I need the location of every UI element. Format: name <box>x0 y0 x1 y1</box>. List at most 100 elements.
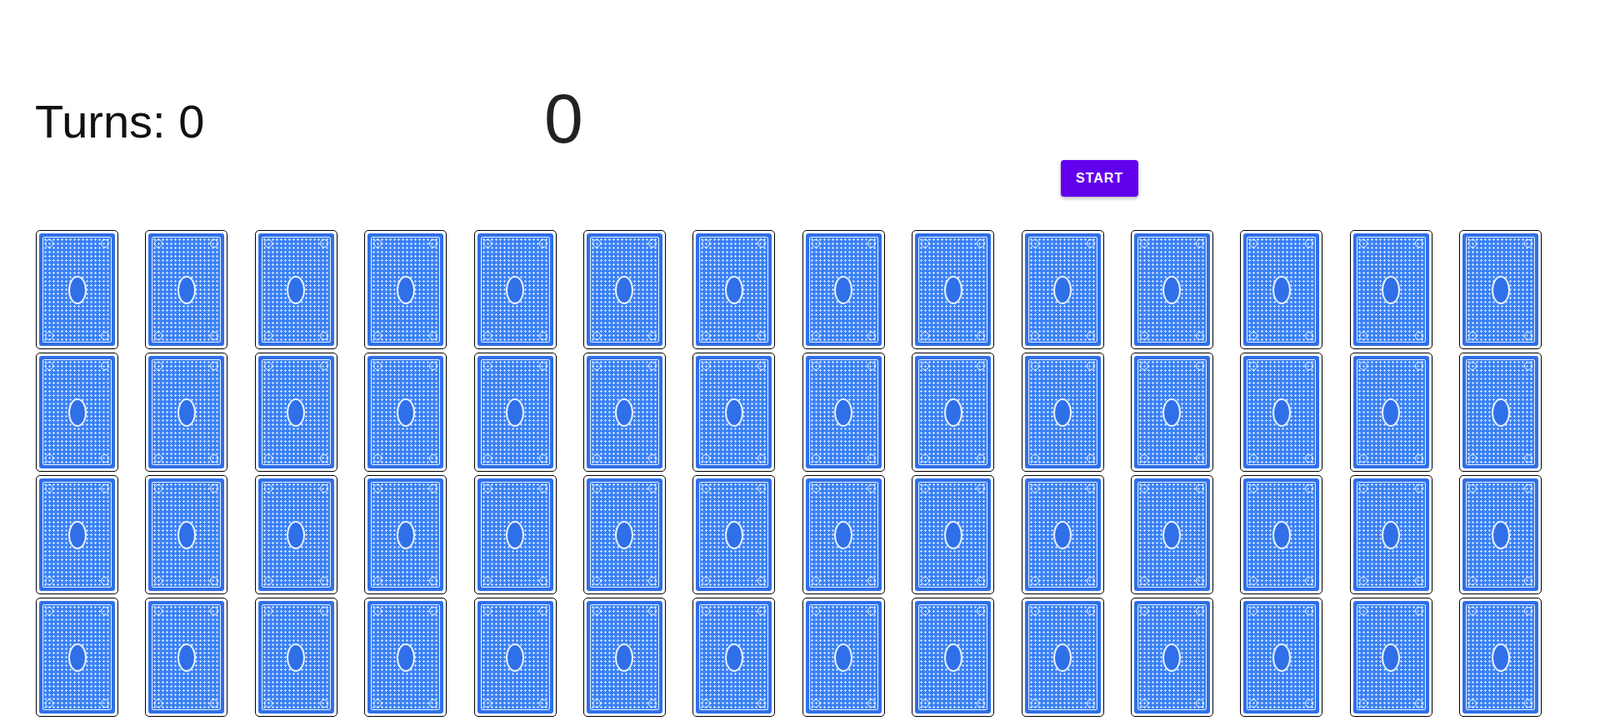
card[interactable] <box>692 230 775 350</box>
card[interactable] <box>1350 475 1433 595</box>
card[interactable] <box>474 352 557 472</box>
ornament-icon <box>1030 454 1040 463</box>
card[interactable] <box>802 352 885 472</box>
ornament-icon <box>1468 606 1477 615</box>
card-back-icon <box>39 233 115 346</box>
card[interactable] <box>255 230 338 350</box>
ornament-icon <box>45 454 54 463</box>
card[interactable] <box>364 475 447 595</box>
card[interactable] <box>35 475 119 595</box>
card[interactable] <box>583 475 666 595</box>
card-pattern <box>1356 481 1426 588</box>
card[interactable] <box>692 475 775 595</box>
card[interactable] <box>802 475 885 595</box>
card[interactable] <box>1240 597 1323 717</box>
timer: 0 <box>544 83 628 154</box>
card[interactable] <box>1021 230 1105 350</box>
oval-icon <box>1162 398 1181 427</box>
ornament-icon <box>757 699 766 708</box>
card[interactable] <box>911 230 995 350</box>
ornament-icon <box>701 361 710 370</box>
ornament-icon <box>648 606 657 615</box>
ornament-icon <box>210 454 219 463</box>
ornament-icon <box>811 484 820 493</box>
oval-icon <box>1162 643 1181 672</box>
card-pattern <box>590 359 660 465</box>
ornament-icon <box>100 361 110 370</box>
card[interactable] <box>1350 230 1433 350</box>
card[interactable] <box>583 352 666 472</box>
card[interactable] <box>145 352 228 472</box>
card[interactable] <box>364 230 447 350</box>
card[interactable] <box>255 352 338 472</box>
ornament-icon <box>920 454 930 463</box>
card[interactable] <box>1459 352 1542 472</box>
ornament-icon <box>1524 606 1533 615</box>
ornament-icon <box>264 454 273 463</box>
card[interactable] <box>1350 352 1433 472</box>
card[interactable] <box>583 597 666 717</box>
card[interactable] <box>802 230 885 350</box>
card[interactable] <box>364 352 447 472</box>
card[interactable] <box>911 352 995 472</box>
ornament-icon <box>210 606 219 615</box>
card[interactable] <box>1021 352 1105 472</box>
card[interactable] <box>1130 352 1214 472</box>
card[interactable] <box>692 597 775 717</box>
oval-icon <box>1491 643 1510 672</box>
card[interactable] <box>911 475 995 595</box>
start-button[interactable]: START <box>1060 160 1139 197</box>
card-grid <box>0 230 1600 717</box>
ornament-icon <box>1468 239 1477 248</box>
oval-icon <box>725 643 744 672</box>
card[interactable] <box>145 475 228 595</box>
card[interactable] <box>1240 352 1323 472</box>
ornament-icon <box>592 699 601 708</box>
card[interactable] <box>1130 475 1214 595</box>
card[interactable] <box>802 597 885 717</box>
oval-icon <box>725 520 744 550</box>
card[interactable] <box>145 597 228 717</box>
card[interactable] <box>474 230 557 350</box>
ornament-icon <box>429 606 438 615</box>
ornament-icon <box>1140 331 1149 340</box>
card[interactable] <box>1459 230 1542 350</box>
ornament-icon <box>867 331 876 340</box>
card-back-icon <box>477 233 554 346</box>
card[interactable] <box>911 597 995 717</box>
card[interactable] <box>35 230 119 350</box>
card[interactable] <box>255 475 338 595</box>
ornament-icon <box>45 606 54 615</box>
card[interactable] <box>1240 230 1323 350</box>
oval-icon <box>286 643 305 672</box>
card[interactable] <box>255 597 338 717</box>
card-pattern <box>151 604 221 710</box>
oval-icon <box>834 398 853 427</box>
card[interactable] <box>583 230 666 350</box>
card[interactable] <box>474 597 557 717</box>
card[interactable] <box>474 475 557 595</box>
card[interactable] <box>1021 597 1105 717</box>
card[interactable] <box>692 352 775 472</box>
card[interactable] <box>1021 475 1105 595</box>
ornament-icon <box>1524 361 1533 370</box>
oval-icon <box>615 275 634 305</box>
card[interactable] <box>35 352 119 472</box>
card[interactable] <box>1459 597 1542 717</box>
oval-icon <box>615 643 634 672</box>
card-back-icon <box>915 478 991 591</box>
ornament-icon <box>539 699 548 708</box>
card[interactable] <box>1240 475 1323 595</box>
card[interactable] <box>1350 597 1433 717</box>
card[interactable] <box>1459 475 1542 595</box>
ornament-icon <box>1086 606 1095 615</box>
card[interactable] <box>1130 230 1214 350</box>
card[interactable] <box>364 597 447 717</box>
card[interactable] <box>1130 597 1214 717</box>
card-pattern <box>1028 604 1098 710</box>
card[interactable] <box>35 597 119 717</box>
ornament-icon <box>373 239 382 248</box>
ornament-icon <box>867 454 876 463</box>
ornament-icon <box>1030 331 1040 340</box>
card[interactable] <box>145 230 228 350</box>
